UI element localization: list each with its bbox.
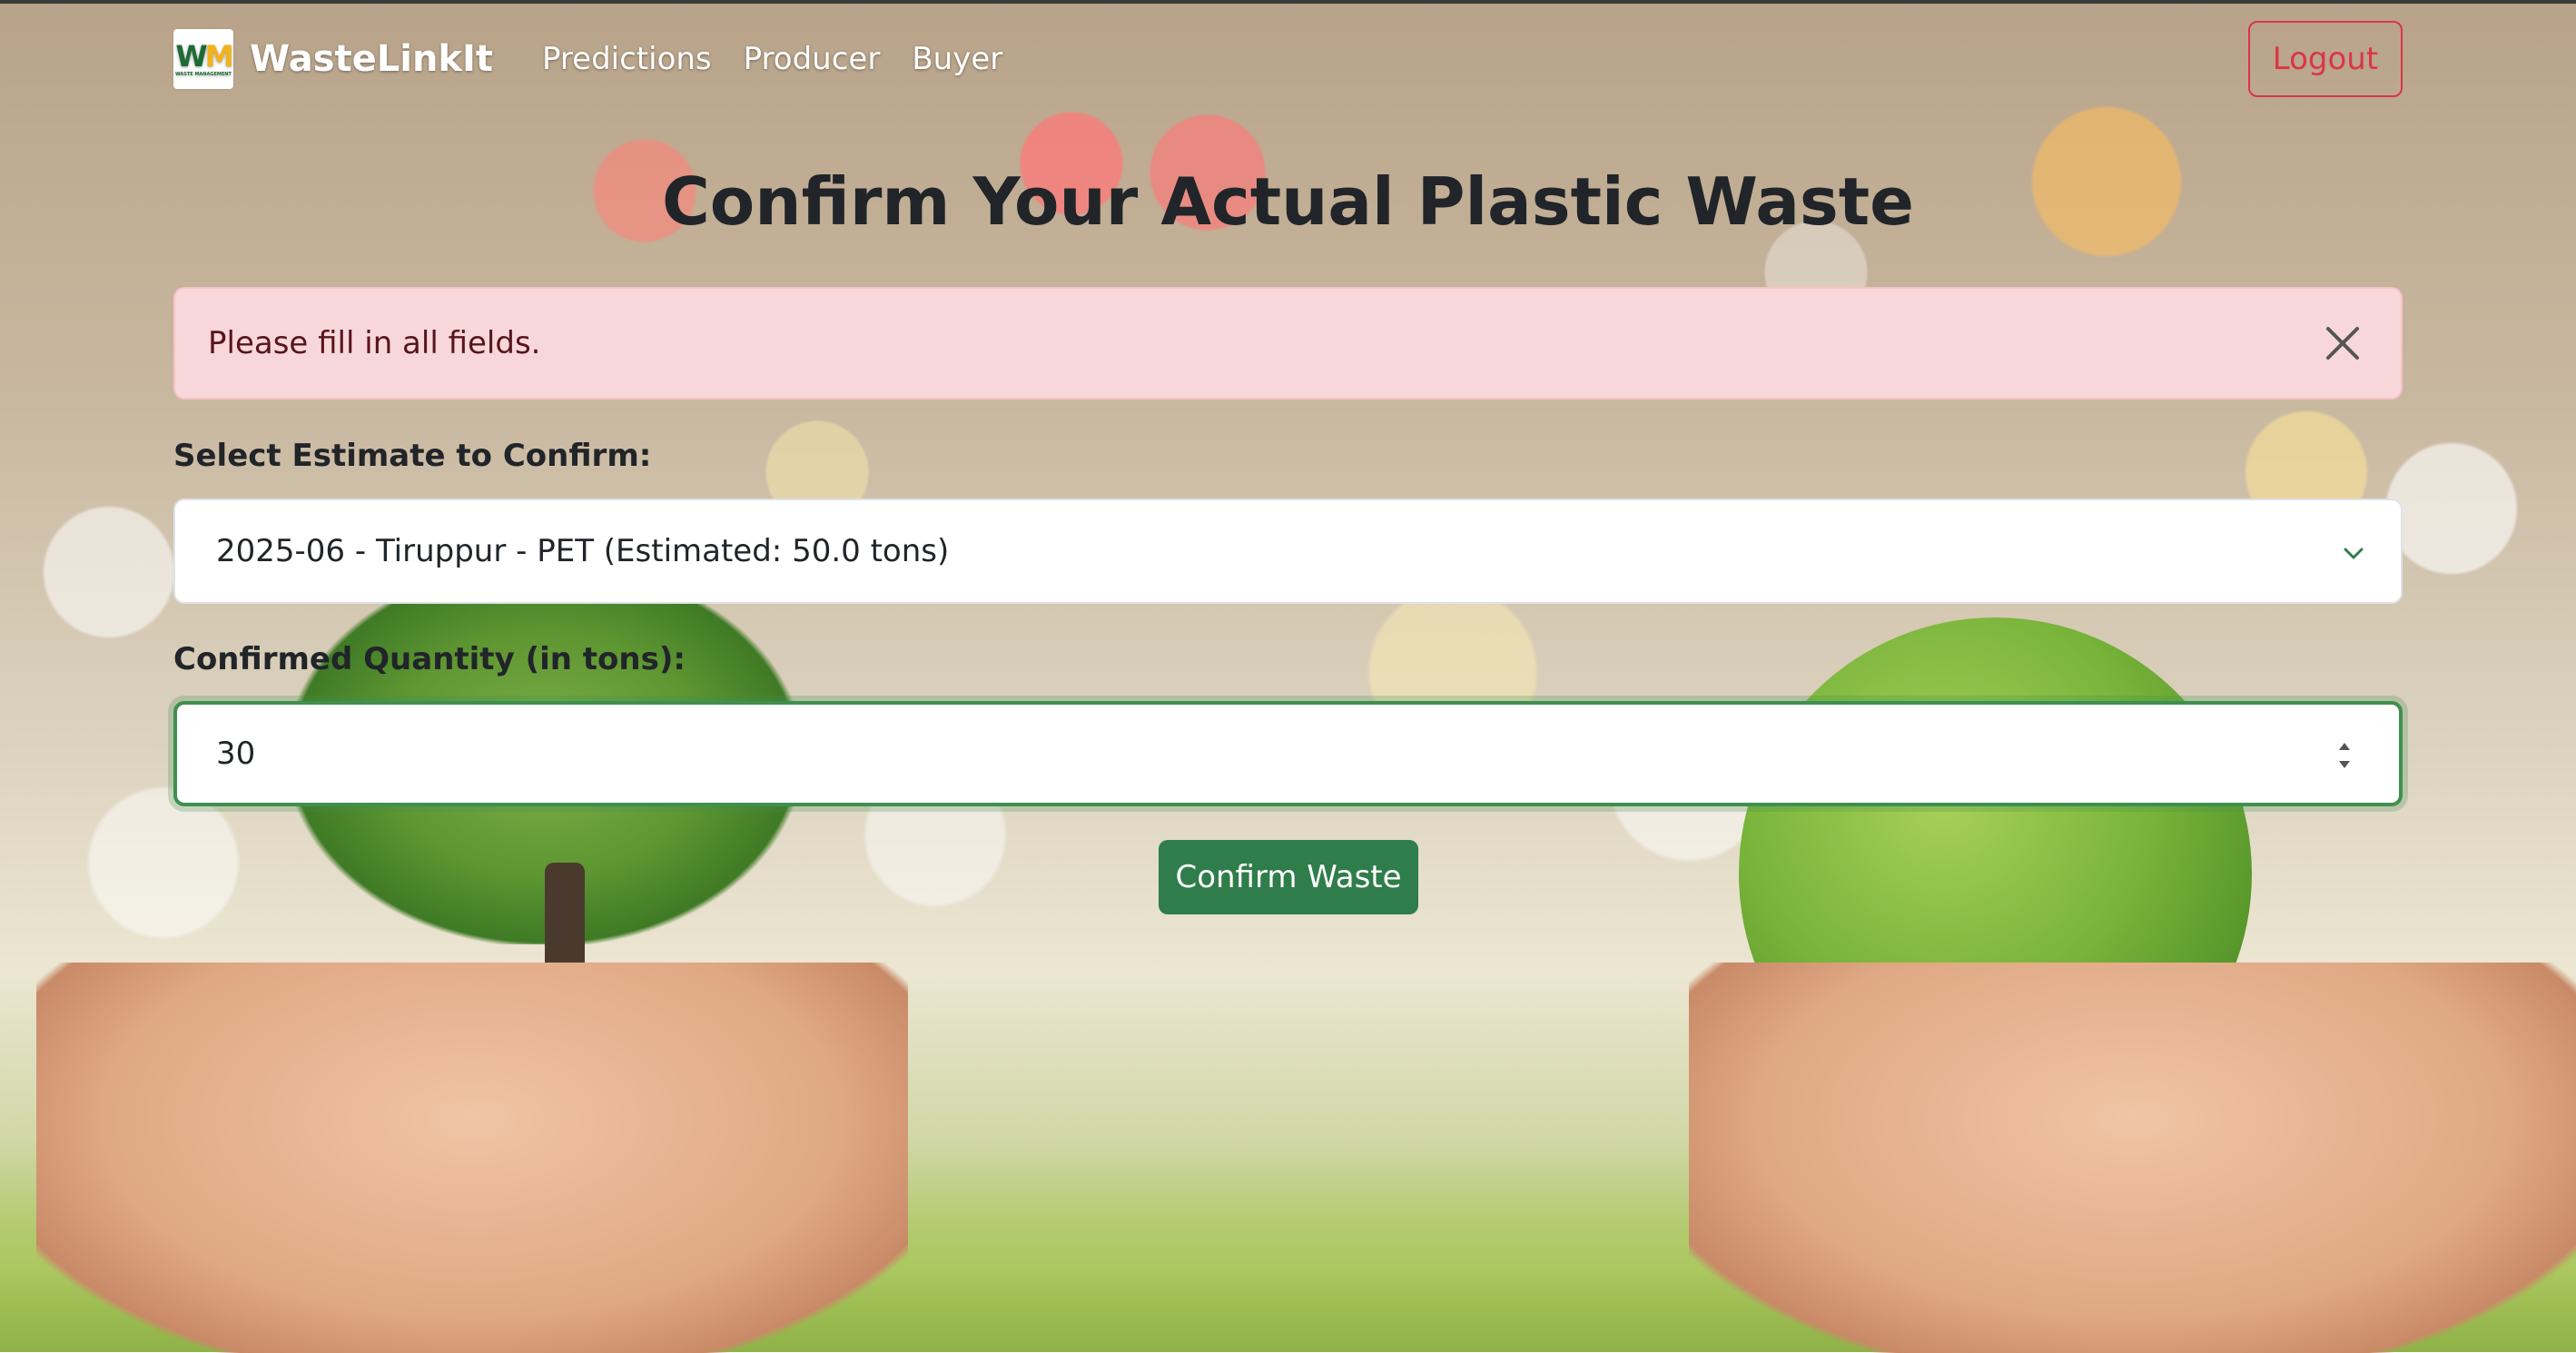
quantity-label: Confirmed Quantity (in tons):: [173, 641, 686, 677]
close-icon[interactable]: [2317, 318, 2368, 369]
window-top-border: [0, 0, 2576, 4]
chevron-down-icon: [2344, 548, 2364, 559]
quantity-input[interactable]: 30: [173, 701, 2403, 806]
nav-links: Predictions Producer Buyer: [542, 41, 1002, 77]
alert-message: Please fill in all fields.: [208, 325, 541, 361]
page-title: Confirm Your Actual Plastic Waste: [661, 163, 1915, 240]
logo-subtitle: WASTE MANAGEMENT: [175, 72, 232, 77]
right-hand: [1689, 963, 2576, 1353]
estimate-selected-value: 2025-06 - Tiruppur - PET (Estimated: 50.…: [216, 533, 950, 569]
nav-link-predictions[interactable]: Predictions: [542, 41, 712, 77]
nav-link-producer[interactable]: Producer: [744, 41, 881, 77]
estimate-select[interactable]: 2025-06 - Tiruppur - PET (Estimated: 50.…: [173, 499, 2403, 604]
nav-link-buyer[interactable]: Buyer: [912, 41, 1002, 77]
brand-logo: WM WASTE MANAGEMENT: [173, 29, 234, 89]
navbar: WM WASTE MANAGEMENT WasteLinkIt Predicti…: [173, 21, 2403, 97]
confirm-waste-button[interactable]: Confirm Waste: [1159, 840, 1418, 914]
error-alert: Please fill in all fields.: [173, 287, 2403, 400]
brand[interactable]: WM WASTE MANAGEMENT WasteLinkIt: [173, 29, 493, 89]
number-spinner-icon[interactable]: [2335, 737, 2354, 774]
left-hand: [36, 963, 908, 1353]
estimate-label: Select Estimate to Confirm:: [173, 438, 652, 474]
logout-button[interactable]: Logout: [2248, 21, 2403, 97]
quantity-value: 30: [216, 736, 256, 772]
brand-name: WasteLinkIt: [250, 38, 494, 80]
